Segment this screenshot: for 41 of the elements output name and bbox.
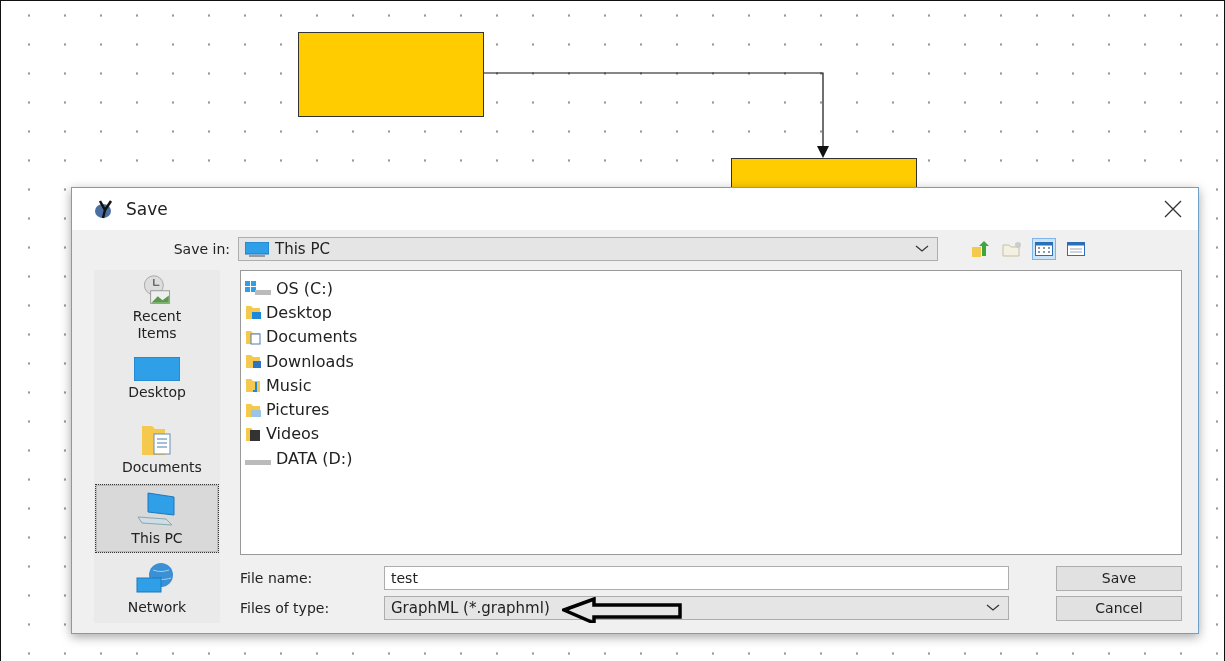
grid-view-icon xyxy=(1035,242,1053,256)
file-type-label: Files of type: xyxy=(240,600,331,616)
places-item[interactable]: Recent Items xyxy=(95,274,219,343)
file-item[interactable]: Documents xyxy=(266,327,358,347)
drive-icon xyxy=(245,281,271,296)
places-item[interactable]: Desktop xyxy=(95,344,219,413)
documents-folder-icon xyxy=(245,328,261,345)
save-in-label: Save in: xyxy=(172,241,230,257)
places-item[interactable]: This PC xyxy=(95,484,219,553)
file-item[interactable]: Desktop xyxy=(266,302,332,322)
file-name-field[interactable]: test xyxy=(384,566,1009,590)
chevron-down-icon xyxy=(915,245,929,253)
file-item[interactable]: Pictures xyxy=(266,400,330,420)
desktop-folder-icon xyxy=(245,304,261,321)
pictures-folder-icon xyxy=(245,401,261,418)
file-item[interactable]: OS (C:) xyxy=(276,278,333,298)
close-icon xyxy=(1164,200,1182,218)
chevron-down-icon xyxy=(986,604,1000,612)
folder-up-arrow-icon xyxy=(971,240,989,258)
places-item[interactable]: Network xyxy=(95,554,219,623)
file-type-dropdown[interactable]: GraphML (*.graphml) xyxy=(384,596,1009,620)
music-folder-icon xyxy=(245,377,261,394)
downloads-folder-icon xyxy=(245,353,261,370)
disk-drive-icon xyxy=(245,459,271,465)
dialog-title: Save xyxy=(126,199,169,219)
videos-folder-icon xyxy=(245,425,261,442)
close-button[interactable] xyxy=(1162,198,1184,220)
file-item[interactable]: Videos xyxy=(266,424,320,444)
save-in-dropdown[interactable]: This PC xyxy=(238,237,938,261)
file-item[interactable]: Downloads xyxy=(266,351,354,371)
save-button[interactable]: Save xyxy=(1056,565,1182,591)
monitor-icon xyxy=(245,241,269,257)
file-name-label: File name: xyxy=(240,570,314,586)
places-item[interactable]: Documents xyxy=(95,414,219,483)
list-view-button[interactable] xyxy=(1032,238,1056,260)
monitor-icon xyxy=(134,356,180,381)
details-view-icon xyxy=(1067,242,1085,256)
cancel-button[interactable]: Cancel xyxy=(1056,595,1182,621)
file-item[interactable]: DATA (D:) xyxy=(276,448,353,468)
file-item[interactable]: Music xyxy=(266,375,312,395)
new-folder-icon xyxy=(1002,241,1022,257)
